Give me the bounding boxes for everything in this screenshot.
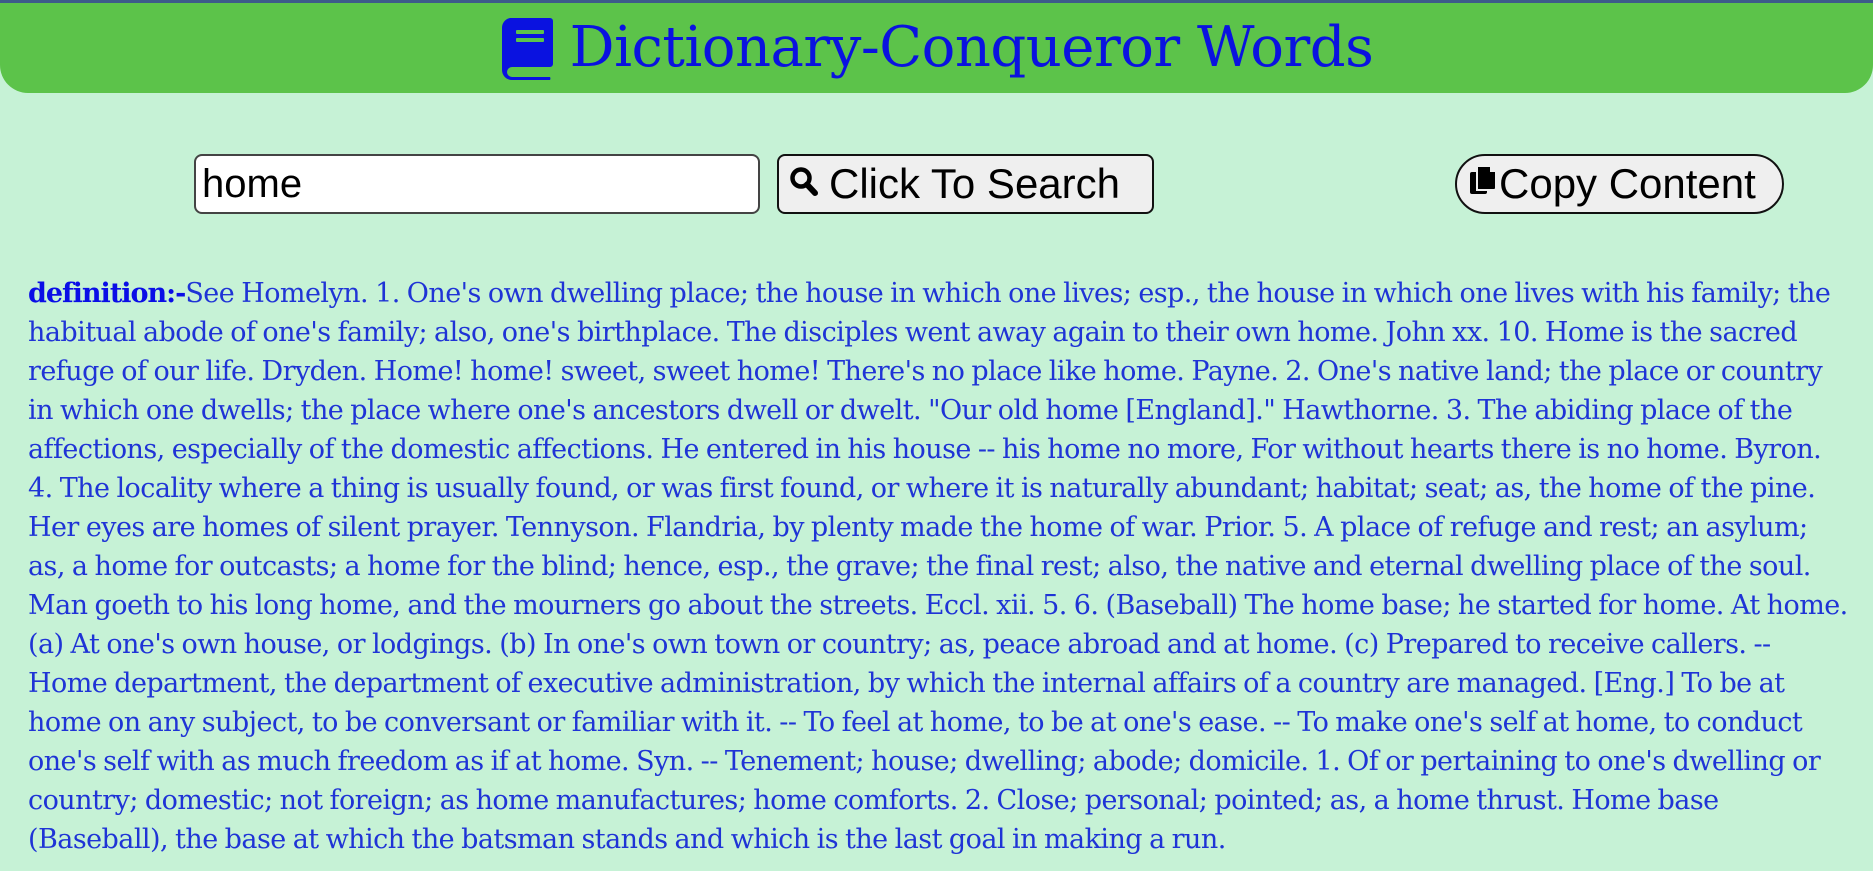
definition-text: definition:-See Homelyn. 1. One's own dw… — [28, 274, 1848, 859]
copy-content-button[interactable]: Copy Content — [1455, 154, 1784, 214]
definition-body: See Homelyn. 1. One's own dwelling place… — [28, 278, 1848, 855]
header-content: Dictionary-Conqueror Words — [500, 16, 1374, 80]
search-input[interactable] — [194, 154, 760, 214]
search-button-label: Click To Search — [829, 160, 1121, 207]
book-icon — [500, 16, 554, 80]
definition-label: definition:- — [28, 278, 186, 309]
page-title: Dictionary-Conqueror Words — [569, 15, 1374, 80]
search-button[interactable]: Click To Search — [777, 154, 1154, 214]
page-header: Dictionary-Conqueror Words — [0, 3, 1873, 93]
copy-button-label: Copy Content — [1499, 160, 1756, 207]
search-icon — [789, 160, 819, 208]
copy-icon — [1469, 160, 1497, 208]
